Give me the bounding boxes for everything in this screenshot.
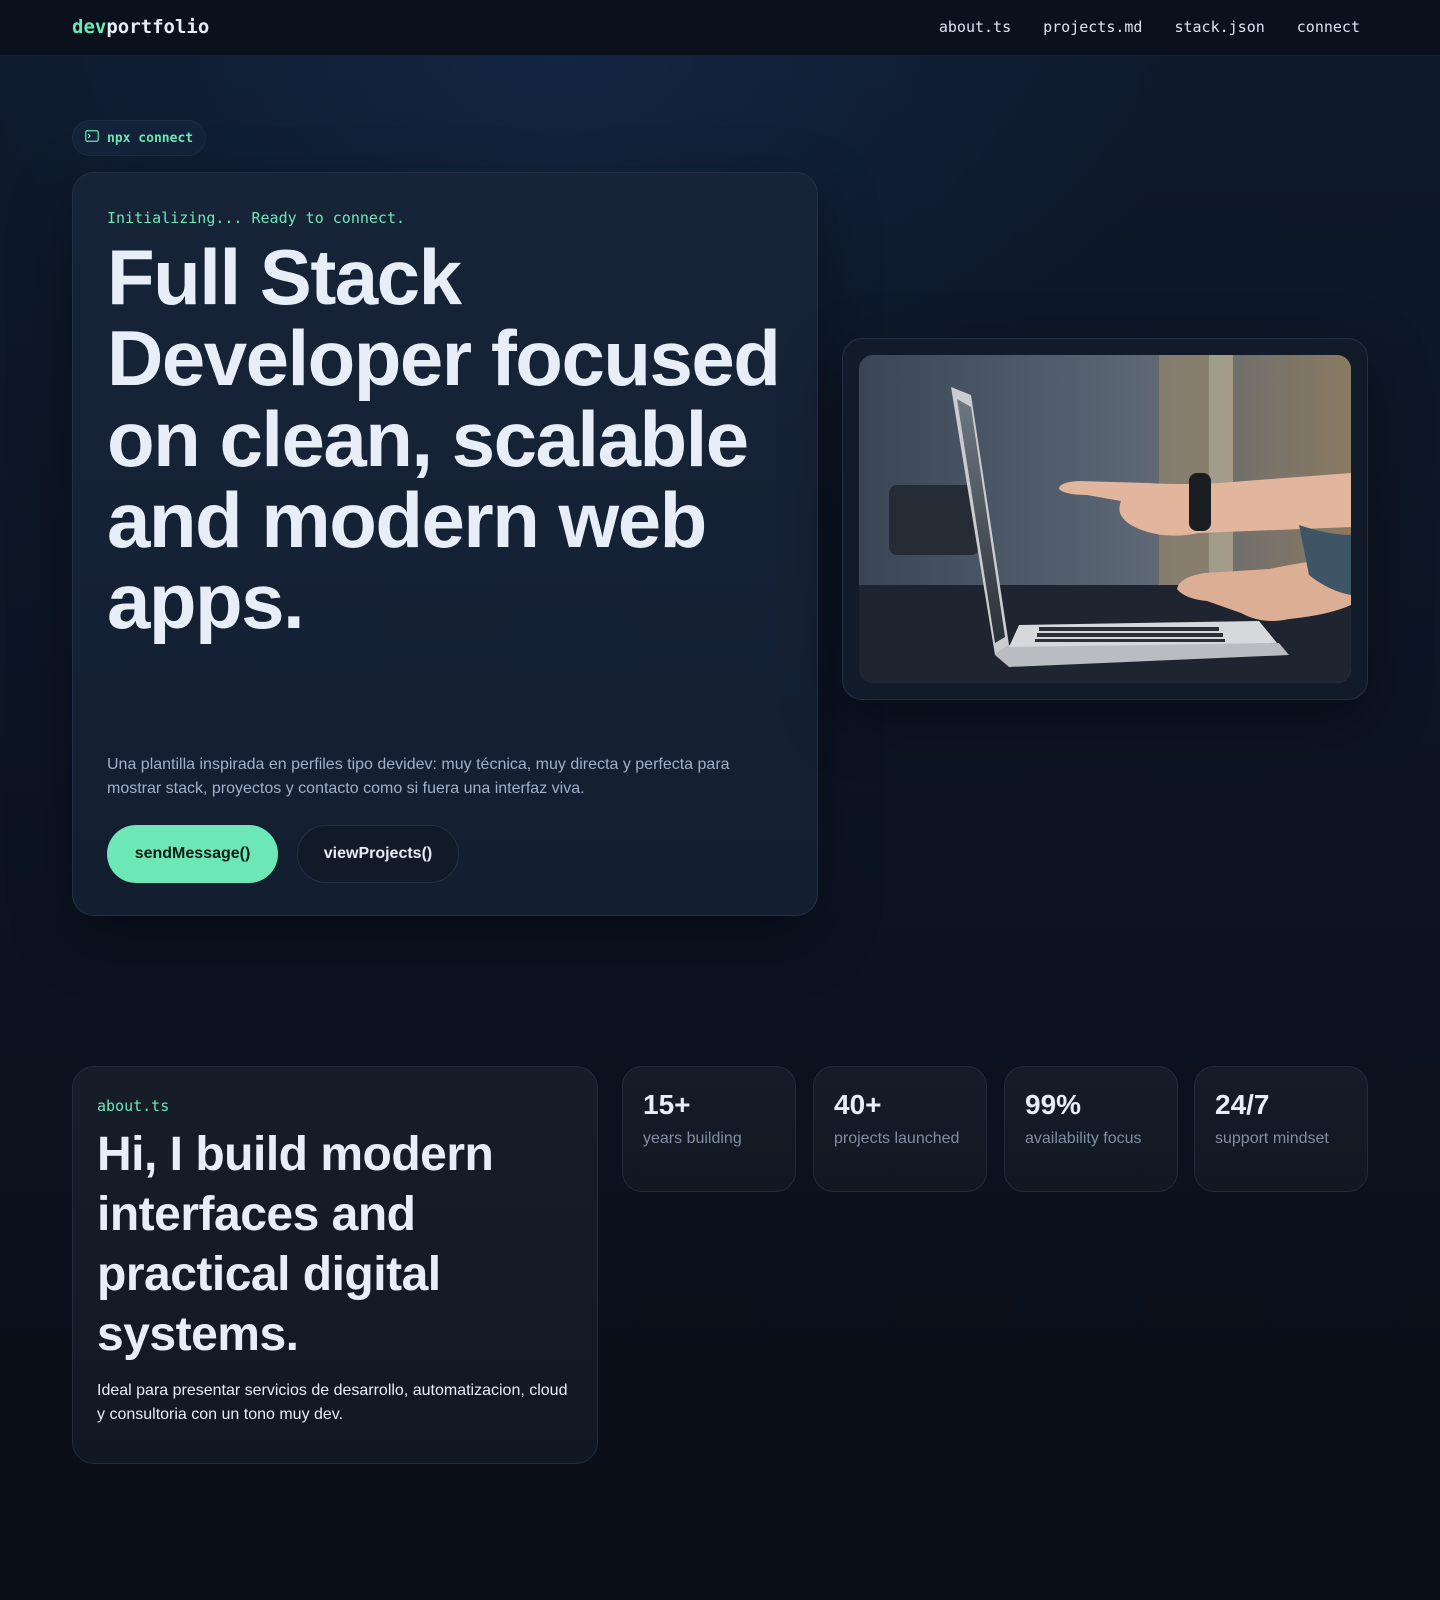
stat-label: years building bbox=[643, 1130, 742, 1147]
stat-card-availability: 99% availability focus bbox=[1004, 1066, 1178, 1192]
terminal-badge: npx connect bbox=[72, 120, 207, 156]
terminal-icon bbox=[85, 129, 99, 147]
terminal-badge-label: npx connect bbox=[107, 130, 194, 146]
about-card: about.ts Hi, I build modern interfaces a… bbox=[72, 1066, 598, 1464]
hero-card: Initializing... Ready to connect. Full S… bbox=[72, 172, 818, 916]
stat-label: support mindset bbox=[1215, 1130, 1329, 1147]
main-nav: about.ts projects.md stack.json connect bbox=[939, 18, 1360, 36]
top-navbar: devportfolio about.ts projects.md stack.… bbox=[0, 0, 1440, 56]
stat-value: 24/7 bbox=[1215, 1089, 1270, 1120]
nav-link-about[interactable]: about.ts bbox=[939, 18, 1011, 36]
stat-label: projects launched bbox=[834, 1130, 960, 1147]
hero-image-card bbox=[842, 338, 1368, 700]
stat-value: 15+ bbox=[643, 1089, 691, 1120]
nav-link-projects[interactable]: projects.md bbox=[1043, 18, 1142, 36]
send-message-button[interactable]: sendMessage() bbox=[107, 825, 278, 883]
nav-link-connect[interactable]: connect bbox=[1297, 18, 1360, 36]
stat-value: 40+ bbox=[834, 1089, 882, 1120]
stat-card-years: 15+ years building bbox=[622, 1066, 796, 1192]
logo-prefix: dev bbox=[72, 16, 107, 38]
about-subtitle: Ideal para presentar servicios de desarr… bbox=[97, 1382, 568, 1423]
laptop-photo bbox=[859, 355, 1351, 683]
about-title: Hi, I build modern interfaces and practi… bbox=[97, 1128, 494, 1361]
init-status: Initializing... Ready to connect. bbox=[107, 209, 406, 227]
stat-label: availability focus bbox=[1025, 1130, 1142, 1147]
about-tag: about.ts bbox=[97, 1097, 170, 1115]
hero-title: Full Stack Developer focused on clean, s… bbox=[107, 233, 781, 645]
logo-suffix: portfolio bbox=[106, 16, 210, 38]
nav-link-stack[interactable]: stack.json bbox=[1174, 18, 1264, 36]
stat-card-support: 24/7 support mindset bbox=[1194, 1066, 1368, 1192]
view-projects-button[interactable]: viewProjects() bbox=[297, 825, 459, 883]
site-logo[interactable]: devportfolio bbox=[72, 16, 209, 38]
stat-card-projects: 40+ projects launched bbox=[813, 1066, 987, 1192]
stat-value: 99% bbox=[1025, 1089, 1082, 1120]
hero-subtitle: Una plantilla inspirada en perfiles tipo… bbox=[107, 756, 730, 797]
